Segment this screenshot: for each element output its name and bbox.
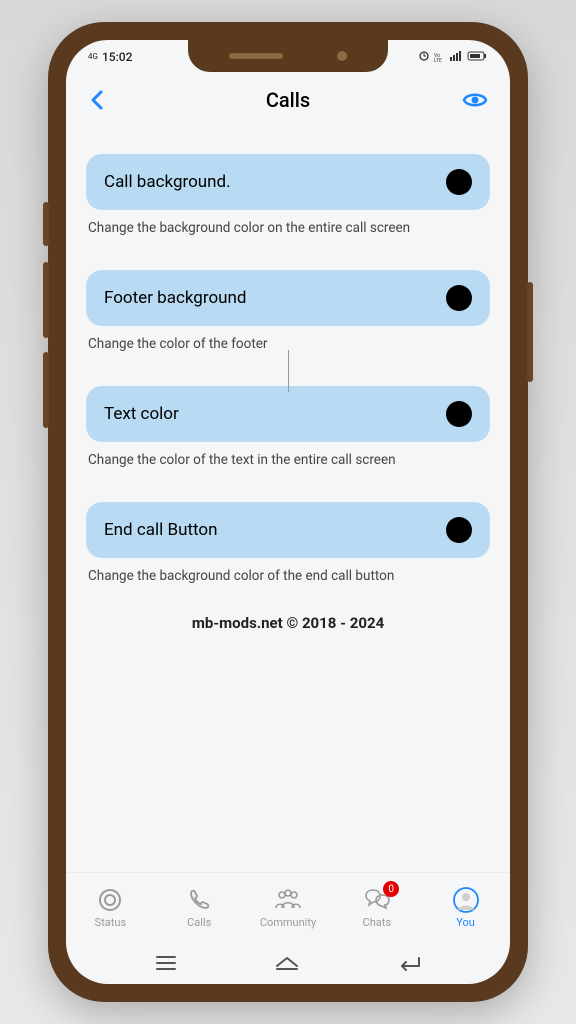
- nav-status[interactable]: Status: [66, 873, 155, 942]
- sys-home-button[interactable]: [274, 954, 300, 972]
- notch: [188, 40, 388, 72]
- setting-row-call-background[interactable]: Call background.: [86, 154, 490, 210]
- setting-description: Change the color of the footer: [86, 326, 490, 352]
- setting-label: End call Button: [104, 520, 218, 540]
- speaker-grille: [229, 53, 283, 59]
- setting-footer-background: Footer background Change the color of th…: [86, 270, 490, 352]
- side-button: [43, 352, 49, 428]
- color-swatch[interactable]: [446, 169, 472, 195]
- front-camera: [337, 51, 347, 61]
- volume-down-button: [43, 262, 49, 338]
- nav-you[interactable]: You: [421, 873, 510, 942]
- cursor-mark: [288, 350, 289, 392]
- bottom-nav: Status Calls Community 0 Chats You: [66, 872, 510, 942]
- nav-calls[interactable]: Calls: [155, 873, 244, 942]
- copyright-text: mb-mods.net © 2018 - 2024: [86, 614, 490, 632]
- setting-row-footer-background[interactable]: Footer background: [86, 270, 490, 326]
- nav-label: Calls: [187, 916, 211, 929]
- setting-row-end-call-button[interactable]: End call Button: [86, 502, 490, 558]
- setting-text-color: Text color Change the color of the text …: [86, 386, 490, 468]
- setting-description: Change the background color of the end c…: [86, 558, 490, 584]
- power-button: [527, 282, 533, 382]
- system-nav: [66, 942, 510, 984]
- preview-icon[interactable]: [462, 90, 488, 110]
- setting-end-call-button: End call Button Change the background co…: [86, 502, 490, 584]
- nav-label: Community: [260, 916, 316, 929]
- color-swatch[interactable]: [446, 401, 472, 427]
- nav-label: You: [456, 916, 475, 929]
- nav-community[interactable]: Community: [244, 873, 333, 942]
- nav-label: Chats: [363, 916, 391, 929]
- setting-row-text-color[interactable]: Text color: [86, 386, 490, 442]
- setting-label: Footer background: [104, 288, 247, 308]
- signal-indicator: 4G: [88, 53, 98, 61]
- setting-label: Text color: [104, 404, 179, 424]
- screen: 4G 15:02 Vo LTE: [66, 40, 510, 984]
- setting-label: Call background.: [104, 172, 231, 192]
- status-right-icons: Vo LTE: [418, 50, 488, 64]
- status-time: 15:02: [102, 50, 132, 64]
- sys-menu-button[interactable]: [154, 954, 178, 972]
- nav-chats[interactable]: 0 Chats: [332, 873, 421, 942]
- svg-text:LTE: LTE: [434, 58, 442, 62]
- phone-frame: 4G 15:02 Vo LTE: [48, 22, 528, 1002]
- volume-up-button: [43, 202, 49, 246]
- back-button[interactable]: [88, 89, 106, 111]
- nav-label: Status: [95, 916, 126, 929]
- color-swatch[interactable]: [446, 517, 472, 543]
- sys-back-button[interactable]: [396, 954, 422, 972]
- app-header: Calls: [66, 74, 510, 126]
- setting-description: Change the background color on the entir…: [86, 210, 490, 236]
- color-swatch[interactable]: [446, 285, 472, 311]
- page-title: Calls: [66, 88, 510, 112]
- setting-description: Change the color of the text in the enti…: [86, 442, 490, 468]
- chats-badge: 0: [383, 881, 399, 897]
- setting-call-background: Call background. Change the background c…: [86, 154, 490, 236]
